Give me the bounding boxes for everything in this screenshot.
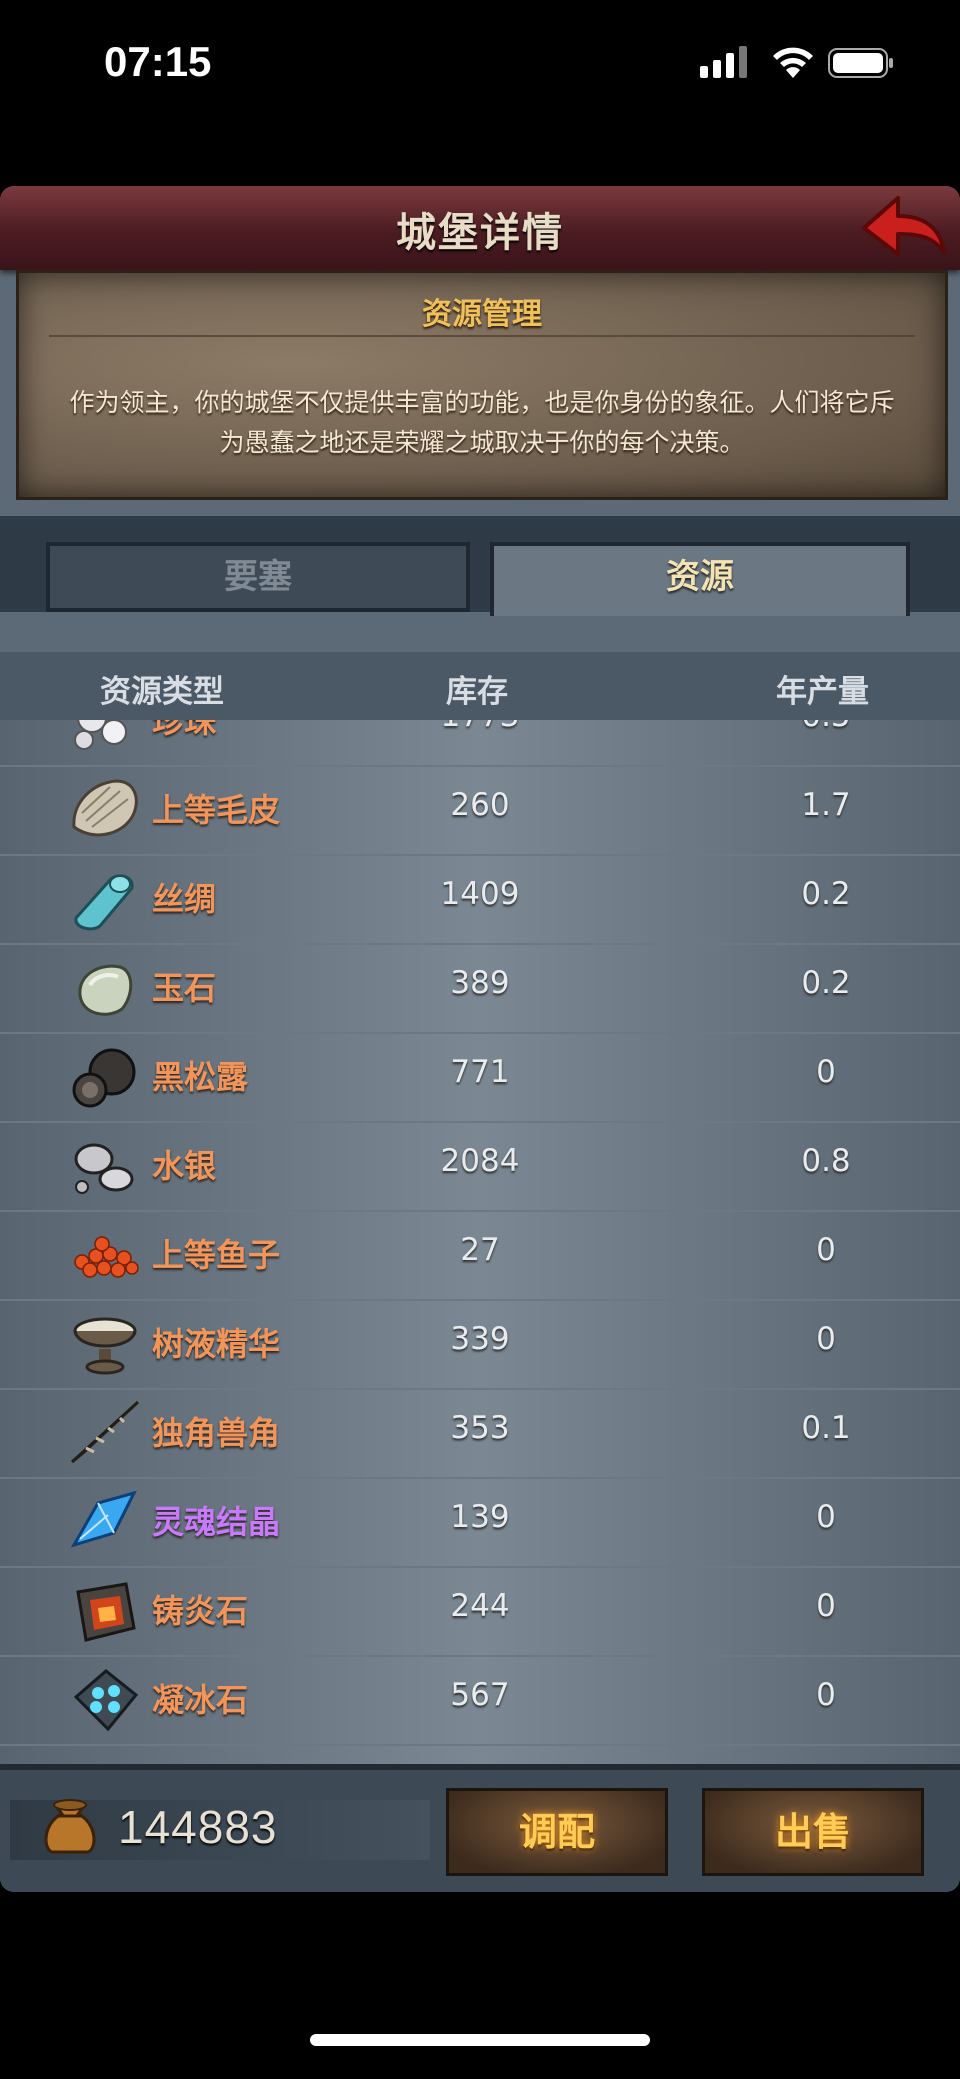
column-header-annual: 年产量 [776,674,869,710]
resource-name: 黑松露 [152,1058,249,1096]
resource-name: 铸炎石 [152,1592,249,1630]
resource-annual: 0.5 [726,720,926,734]
table-header: 资源类型 库存 年产量 [0,652,960,720]
resource-stock: 771 [450,1054,510,1090]
footer-bar: 144883 调配 出售 [0,1764,960,1892]
mercury-icon [74,1143,134,1194]
table-row: 上等毛皮 260 1.7 [0,765,960,856]
page-title: 城堡详情 [396,210,564,256]
pearl-icon [74,720,127,750]
table-row: 水银 2084 0.8 [0,1121,960,1212]
resource-stock: 1409 [440,876,520,912]
adjust-button[interactable]: 调配 [446,1788,668,1876]
unicorn-horn-icon [70,1400,140,1464]
resource-name: 上等鱼子 [152,1236,281,1274]
resource-stock: 27 [460,1232,500,1268]
table-row: 丝绸 1409 0.2 [0,854,960,945]
resource-annual: 0.8 [801,1143,851,1179]
table-row: 独角兽角 353 0.1 [0,1388,960,1479]
sell-button[interactable]: 出售 [702,1788,924,1876]
resource-stock: 2084 [440,1143,520,1179]
castle-details-panel: 城堡详情 资源管理 作为领主，你的城堡不仅提供丰富的功能，也是你身份的象征。人们… [0,186,960,1892]
home-indicator[interactable] [310,2034,650,2046]
column-header-stock: 库存 [446,674,508,710]
silk-icon [74,874,134,931]
cellular-signal-icon [700,46,747,78]
wifi-icon [773,47,813,78]
resource-annual: 0 [816,1321,836,1357]
resource-annual: 1.7 [801,787,851,823]
resource-stock: 353 [450,1410,510,1446]
resource-annual: 0.2 [801,965,851,1001]
resource-name: 珍珠 [152,720,217,740]
resource-annual: 0 [816,1499,836,1535]
back-arrow-icon[interactable] [858,190,948,260]
truffle-icon [72,1048,136,1108]
resource-annual: 0 [816,1588,836,1624]
resource-annual: 0 [816,1677,836,1713]
table-row: 凝冰石 567 0 [0,1655,960,1746]
resource-name: 独角兽角 [152,1414,281,1452]
intro-text: 作为领主，你的城堡不仅提供丰富的功能，也是你身份的象征。人们将它斥为愚蠢之地还是… [69,388,895,457]
table-row: 黑松露 771 0 [0,1032,960,1123]
flame-stone-icon [76,1582,136,1642]
tab-fortress[interactable]: 要塞 [46,542,470,612]
money-bag-icon [44,1799,96,1854]
coin-amount: 144883 [118,1801,278,1853]
frost-stone-icon [73,1669,139,1732]
tab-resources[interactable]: 资源 [490,542,910,616]
caviar-icon [74,1236,139,1278]
resource-stock: 567 [450,1677,510,1713]
resource-name: 丝绸 [152,880,217,918]
resource-stock: 139 [450,1499,510,1535]
resource-name: 玉石 [152,969,217,1007]
resource-name: 凝冰石 [152,1681,249,1719]
table-row: 灵魂结晶 139 0 [0,1477,960,1568]
jade-icon [78,964,133,1016]
table-row: 树液精华 339 0 [0,1299,960,1390]
divider [49,335,915,337]
intro-title: 资源管理 [422,297,542,332]
soul-crystal-icon [70,1490,137,1548]
resource-list[interactable]: 珍珠 1773 0.5 上等毛皮 260 1.7 丝绸 1409 0.2 [0,720,960,1764]
resource-stock: 1773 [380,720,580,734]
resource-annual: 0 [816,1232,836,1268]
resource-name: 上等毛皮 [152,791,281,829]
resource-annual: 0.2 [801,876,851,912]
panel-header: 城堡详情 [0,186,960,270]
status-time: 07:15 [104,38,212,85]
fur-icon [72,779,138,837]
status-bar: 07:15 [0,0,960,130]
resource-name: 灵魂结晶 [152,1503,281,1541]
battery-icon [828,48,893,78]
intro-parchment: 资源管理 作为领主，你的城堡不仅提供丰富的功能，也是你身份的象征。人们将它斥为愚… [16,270,948,500]
sap-essence-icon [73,1317,137,1375]
table-row: 上等鱼子 27 0 [0,1210,960,1301]
resource-annual: 0.1 [801,1410,851,1446]
resource-name: 树液精华 [152,1325,281,1363]
resource-stock: 389 [450,965,510,1001]
table-row: 玉石 389 0.2 [0,943,960,1034]
resource-stock: 244 [450,1588,510,1624]
resource-annual: 0 [816,1054,836,1090]
table-row: 铸炎石 244 0 [0,1566,960,1657]
resource-stock: 260 [450,787,510,823]
resource-stock: 339 [450,1321,510,1357]
table-row: 珍珠 1773 0.5 [0,720,960,767]
column-header-type: 资源类型 [100,674,224,710]
resource-name: 水银 [152,1147,217,1185]
